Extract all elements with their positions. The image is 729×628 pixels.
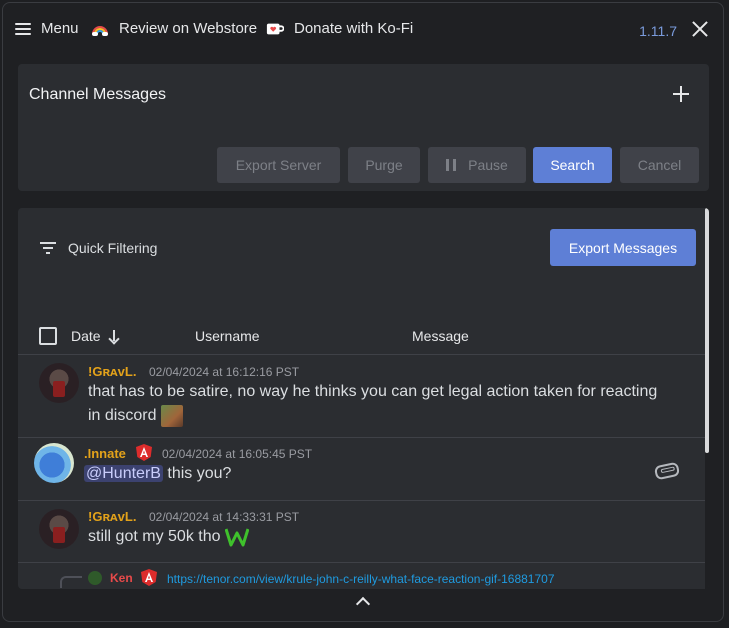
reply-connector (60, 576, 82, 588)
message-text-line1: that has to be satire, no way he thinks … (88, 383, 658, 400)
export-messages-button[interactable]: Export Messages (550, 229, 696, 266)
message-text: that has to be satire, no way he thinks … (88, 380, 688, 428)
message-timestamp: 02/04/2024 at 14:33:31 PST (149, 510, 300, 524)
angular-badge-icon (136, 444, 152, 461)
donate-kofi-link[interactable]: Donate with Ko-Fi (266, 20, 413, 37)
search-button[interactable]: Search (533, 147, 612, 183)
table-row[interactable]: .Innate 02/04/2024 at 16:05:45 PST @Hunt… (18, 438, 705, 501)
version-label: 1.11.7 (639, 23, 677, 39)
panel-title: Channel Messages (29, 86, 166, 103)
quick-filtering-label: Quick Filtering (68, 240, 158, 256)
table-row[interactable]: !GʀᴀᴠL. 02/04/2024 at 16:12:16 PST that … (18, 355, 705, 438)
kofi-label: Donate with Ko-Fi (294, 20, 414, 37)
review-webstore-link[interactable]: Review on Webstore (91, 20, 257, 37)
channel-messages-panel: Channel Messages Export Server Purge Pau… (18, 64, 709, 191)
username-column-header[interactable]: Username (195, 328, 260, 344)
top-bar: Menu Review on Webstore Donate with Ko-F… (3, 3, 723, 55)
bottom-bar (3, 589, 723, 621)
rainbow-icon (92, 25, 108, 36)
menu-button[interactable]: Menu (15, 20, 79, 37)
cancel-button[interactable]: Cancel (620, 147, 699, 183)
avatar (39, 363, 79, 403)
table-row[interactable]: !GʀᴀᴠL. 02/04/2024 at 14:33:31 PST still… (18, 501, 705, 563)
table-row[interactable]: Ken https://tenor.com/view/krule-john-c-… (18, 563, 705, 589)
message-text: still got my 50k tho (88, 525, 249, 549)
scrollbar-thumb[interactable] (705, 208, 709, 453)
small-avatar (88, 571, 102, 585)
avatar (34, 443, 74, 483)
message-text: @HunterB this you? (84, 462, 231, 486)
message-text-body: this you? (167, 465, 232, 482)
export-server-button[interactable]: Export Server (217, 147, 340, 183)
chevron-up-icon[interactable] (355, 596, 371, 612)
purge-button[interactable]: Purge (348, 147, 420, 183)
pause-label: Pause (468, 157, 508, 173)
sort-arrow-down-icon (109, 330, 119, 342)
table-header: Date Username Message (18, 318, 705, 355)
custom-emoji-icon (160, 404, 183, 427)
date-column-label: Date (71, 328, 101, 344)
pause-icon (446, 159, 457, 171)
scrollbar-track[interactable] (705, 208, 709, 589)
user-mention[interactable]: @HunterB (84, 465, 163, 482)
menu-icon (15, 22, 31, 35)
message-column-header[interactable]: Message (412, 328, 469, 344)
webstore-label: Review on Webstore (119, 20, 258, 37)
message-text-body: still got my 50k tho (88, 528, 221, 545)
filter-icon (40, 242, 56, 254)
quick-filtering-toggle[interactable]: Quick Filtering (40, 240, 157, 256)
message-timestamp: 02/04/2024 at 16:05:45 PST (162, 447, 313, 461)
message-timestamp: 02/04/2024 at 16:12:16 PST (149, 365, 300, 379)
avatar (39, 509, 79, 549)
message-username: .Innate (84, 446, 126, 461)
reply-username: Ken (110, 571, 133, 585)
message-username: !GʀᴀᴠL. (88, 509, 137, 524)
kofi-cup-icon (266, 23, 284, 34)
date-column-header[interactable]: Date (71, 328, 119, 344)
message-text-line2: in discord (88, 407, 157, 424)
pause-button[interactable]: Pause (428, 147, 526, 183)
angular-badge-icon (141, 569, 157, 586)
select-all-checkbox[interactable] (39, 327, 57, 345)
messages-panel: Quick Filtering Export Messages Date Use… (18, 208, 709, 589)
app-window: Menu Review on Webstore Donate with Ko-F… (2, 2, 724, 622)
w-emoji-icon (224, 528, 249, 547)
attachment-icon[interactable] (653, 461, 681, 481)
close-icon[interactable] (691, 20, 709, 38)
reply-link[interactable]: https://tenor.com/view/krule-john-c-reil… (167, 572, 555, 586)
menu-label: Menu (41, 20, 79, 37)
add-icon[interactable] (673, 86, 689, 102)
message-username: !GʀᴀᴠL. (88, 364, 137, 379)
